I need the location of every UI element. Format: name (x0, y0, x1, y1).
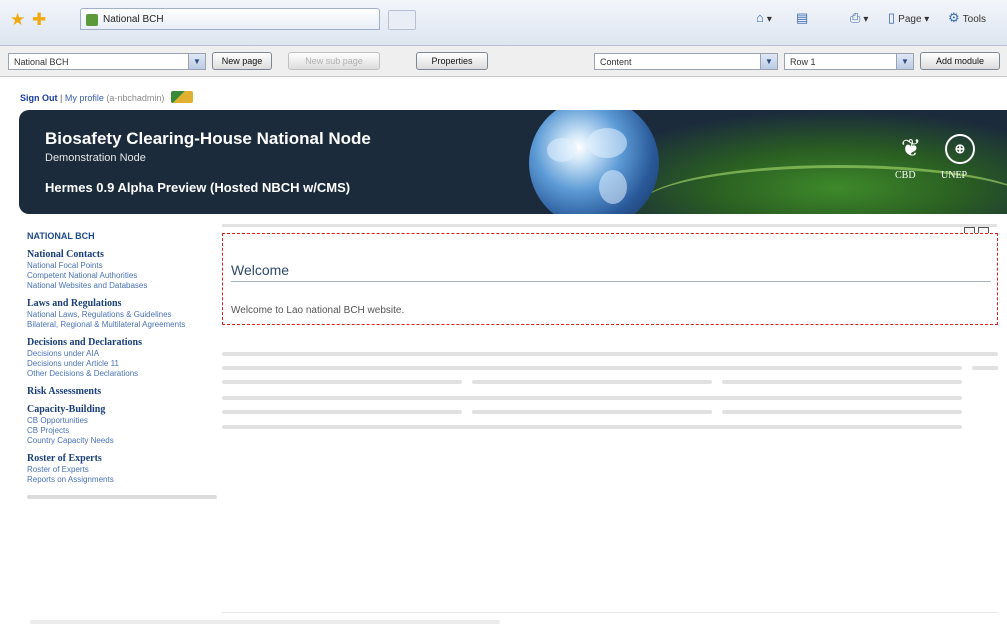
tools-menu-button[interactable]: ⚙ Tools (948, 9, 986, 29)
browser-toolbar: ★ ✚ National BCH ⌂ ▾ ▤ ⎙ ▾ ▯ Page ▾ ⚙ Tools (0, 0, 1007, 46)
pane-select-value: Content (600, 57, 632, 67)
placeholder-line (722, 410, 962, 414)
placeholder-line (222, 396, 962, 400)
page-icon: ▯ (888, 10, 896, 25)
page-menu-label: Page (898, 14, 922, 25)
placeholder-line (222, 425, 962, 429)
nav-link-decisions-article-11[interactable]: Decisions under Article 11 (27, 359, 217, 369)
placeholder-line (722, 380, 962, 384)
nav-section-title[interactable]: Decisions and Declarations (27, 337, 217, 348)
module-title-rule (231, 281, 991, 282)
site-banner: Biosafety Clearing-House National Node D… (19, 110, 1007, 214)
print-button[interactable]: ⎙ ▾ (850, 9, 868, 29)
nav-link-national-laws[interactable]: National Laws, Regulations & Guidelines (27, 310, 217, 320)
chevron-down-icon: ▼ (760, 54, 777, 69)
placeholder-line (472, 410, 712, 414)
placeholder-line (222, 352, 998, 356)
site-subtitle: Demonstration Node (45, 152, 146, 164)
chevron-down-icon: ▼ (896, 54, 913, 69)
my-profile-link[interactable]: My profile (65, 93, 104, 103)
placeholder-line (472, 380, 712, 384)
nav-heading[interactable]: NATIONAL BCH (27, 231, 217, 241)
feeds-icon: ▤ (796, 10, 809, 25)
site-headline: Hermes 0.9 Alpha Preview (Hosted NBCH w/… (45, 180, 351, 195)
user-bar: Sign Out | My profile (a-nbchadmin) (20, 91, 193, 103)
footer-divider (222, 612, 997, 613)
module-title: Welcome (231, 262, 290, 278)
username-label: (a-nbchadmin) (106, 93, 165, 103)
nav-section-title[interactable]: Capacity-Building (27, 404, 217, 415)
edit-mode-icon[interactable] (170, 91, 193, 103)
unep-label: UNEP (941, 170, 968, 181)
site-favicon-icon (86, 14, 98, 26)
home-icon: ⌂ (756, 10, 764, 25)
welcome-module[interactable]: Welcome Welcome to Lao national BCH webs… (222, 233, 998, 325)
row-select-value: Row 1 (790, 57, 816, 67)
new-sub-page-button[interactable]: New sub page (288, 52, 380, 70)
nav-link-cb-projects[interactable]: CB Projects (27, 426, 217, 436)
site-title: Biosafety Clearing-House National Node (45, 129, 371, 148)
nav-link-capacity-needs[interactable]: Country Capacity Needs (27, 436, 217, 446)
unep-logo-icon: ⊕ (945, 134, 975, 164)
pane-select[interactable]: Content ▼ (594, 53, 778, 70)
nav-section-laws: Laws and Regulations National Laws, Regu… (27, 298, 217, 330)
separator: | (57, 93, 65, 103)
page-select-value: National BCH (14, 57, 69, 67)
nav-section-title[interactable]: National Contacts (27, 249, 217, 260)
module-body: Welcome to Lao national BCH website. (231, 305, 405, 316)
row-select[interactable]: Row 1 ▼ (784, 53, 914, 70)
page-menu-button[interactable]: ▯ Page ▾ (888, 9, 929, 29)
placeholder-line (972, 366, 998, 370)
new-tab-button[interactable] (388, 10, 416, 30)
nav-link-agreements[interactable]: Bilateral, Regional & Multilateral Agree… (27, 320, 217, 330)
tools-icon: ⚙ (948, 10, 960, 25)
cbd-logo-icon: ❦ (901, 135, 922, 162)
nav-section-decisions: Decisions and Declarations Decisions und… (27, 337, 217, 379)
left-navigation: NATIONAL BCH National Contacts National … (27, 231, 217, 499)
tools-menu-label: Tools (962, 14, 987, 25)
partner-logos: ❦ ⊕ CBD UNEP (887, 132, 997, 192)
sign-out-link[interactable]: Sign Out (20, 93, 58, 103)
nav-link-competent-authorities[interactable]: Competent National Authorities (27, 271, 217, 281)
home-button[interactable]: ⌂ ▾ (756, 9, 772, 29)
new-page-button[interactable]: New page (212, 52, 272, 70)
nav-section-national-contacts: National Contacts National Focal Points … (27, 249, 217, 291)
nav-section-risk: Risk Assessments (27, 386, 217, 397)
nav-section-title[interactable]: Laws and Regulations (27, 298, 217, 309)
tab-title: National BCH (103, 14, 164, 25)
print-icon: ⎙ (850, 10, 861, 25)
chevron-down-icon: ▼ (188, 54, 205, 69)
browser-tab[interactable]: National BCH (80, 8, 380, 30)
nav-link-cb-opportunities[interactable]: CB Opportunities (27, 416, 217, 426)
properties-button[interactable]: Properties (416, 52, 488, 70)
nav-section-capacity: Capacity-Building CB Opportunities CB Pr… (27, 404, 217, 446)
nav-section-roster: Roster of Experts Roster of Experts Repo… (27, 453, 217, 485)
nav-link-focal-points[interactable]: National Focal Points (27, 261, 217, 271)
cbd-label: CBD (895, 170, 916, 181)
globe-image (529, 110, 659, 214)
placeholder-line (222, 380, 462, 384)
nav-link-websites-databases[interactable]: National Websites and Databases (27, 281, 217, 291)
nav-link-other-decisions[interactable]: Other Decisions & Declarations (27, 369, 217, 379)
feeds-button[interactable]: ▤ (796, 9, 811, 29)
cms-admin-toolbar: National BCH ▼ New page New sub page Pro… (0, 46, 1007, 77)
add-favorite-icon[interactable]: ✚ (32, 11, 46, 28)
nav-link-reports[interactable]: Reports on Assignments (27, 475, 217, 485)
footer-placeholder (30, 620, 500, 624)
placeholder-line (222, 410, 462, 414)
page-select[interactable]: National BCH ▼ (8, 53, 206, 70)
favorites-star-icon[interactable]: ★ (10, 11, 25, 28)
nav-divider (27, 495, 217, 499)
nav-link-decisions-aia[interactable]: Decisions under AIA (27, 349, 217, 359)
content-divider (222, 224, 997, 227)
nav-link-roster[interactable]: Roster of Experts (27, 465, 217, 475)
nav-section-title[interactable]: Roster of Experts (27, 453, 217, 464)
placeholder-line (222, 366, 962, 370)
nav-section-title[interactable]: Risk Assessments (27, 386, 217, 397)
add-module-button[interactable]: Add module (920, 52, 1000, 70)
